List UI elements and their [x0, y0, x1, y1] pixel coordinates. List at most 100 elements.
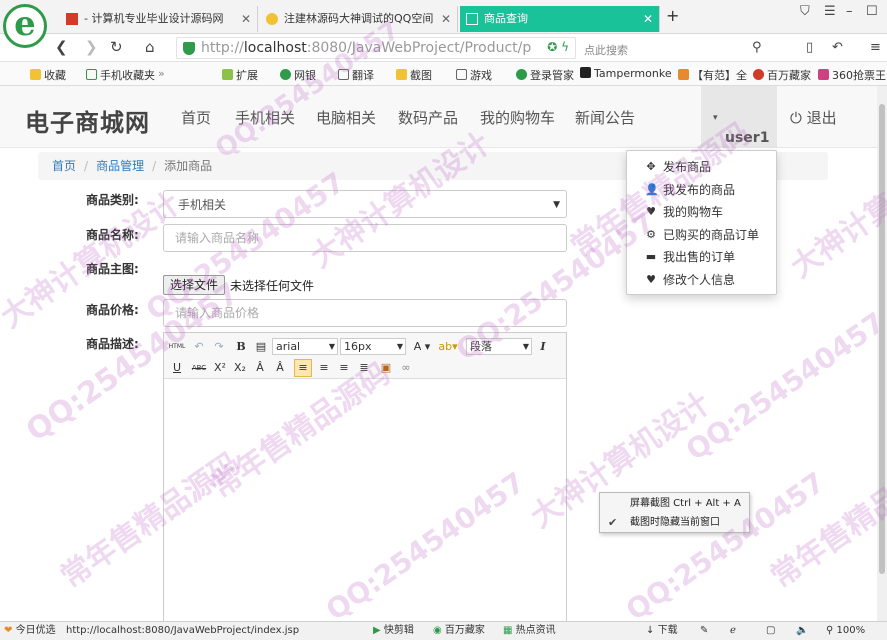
site-brand[interactable]: 电子商城网: [25, 103, 150, 138]
align-justify-icon[interactable]: ≣: [356, 360, 372, 376]
tools-icon[interactable]: ✎: [700, 622, 708, 640]
bookmark-overflow-icon[interactable]: »: [158, 67, 165, 80]
bookmark-screenshot[interactable]: 截图: [396, 67, 432, 83]
downloads[interactable]: ↓ 下载: [646, 622, 678, 640]
subscript-icon[interactable]: X₂: [232, 360, 248, 376]
bold-icon[interactable]: B: [234, 339, 248, 355]
browser-tab-1[interactable]: - 计算机专业毕业设计源码网 ✕: [60, 6, 258, 32]
underline-icon[interactable]: U: [170, 360, 184, 376]
category-select[interactable]: 手机相关 ▼: [163, 190, 567, 218]
undo-icon[interactable]: ↶: [192, 339, 206, 355]
url-input[interactable]: http://localhost:8080/JavaWebProject/Pro…: [176, 37, 576, 59]
paragraph-select[interactable]: 段落 ▼: [466, 338, 532, 355]
lightning-icon[interactable]: ✪ ϟ: [547, 40, 569, 54]
nav-digital[interactable]: 数码产品: [398, 107, 458, 128]
nav-computers[interactable]: 电脑相关: [316, 107, 376, 128]
reload-icon[interactable]: ↻: [110, 38, 123, 56]
menu-publish-product[interactable]: ✥ 发布商品: [627, 156, 776, 178]
font-scale-icon[interactable]: Â: [272, 360, 288, 376]
watermark: QQ:254540457: [680, 305, 887, 468]
nav-cart[interactable]: 我的购物车: [480, 107, 555, 128]
font-size-select[interactable]: 16px ▼: [340, 338, 406, 355]
redo-icon[interactable]: ↷: [212, 339, 226, 355]
menu-icon[interactable]: ☰: [824, 4, 836, 19]
status-item-label: 百万藏家: [444, 625, 485, 636]
nav-home[interactable]: 首页: [181, 107, 211, 128]
browser-tab-2[interactable]: 注建林源码大神调试的QQ空间 ✕: [260, 6, 458, 32]
close-icon[interactable]: ✕: [643, 6, 653, 32]
font-family-select[interactable]: arial ▼: [272, 338, 338, 355]
html-source-button[interactable]: HTML: [168, 339, 186, 355]
skin-icon[interactable]: ⛉: [800, 4, 810, 19]
product-price-input[interactable]: [163, 299, 567, 327]
bookmark-bank[interactable]: 网银: [280, 67, 316, 83]
bookmark-translate[interactable]: 翻译: [338, 67, 374, 83]
more-menu-icon[interactable]: ≡: [870, 40, 881, 55]
heart-icon: ♥: [646, 273, 656, 286]
window-icon[interactable]: ▢: [766, 622, 775, 640]
ie-icon[interactable]: ℯ: [730, 622, 736, 640]
bookmark-extensions[interactable]: 扩展: [222, 67, 258, 83]
search-icon[interactable]: ⚲: [752, 40, 762, 55]
choose-file-button[interactable]: 选择文件: [163, 275, 226, 295]
tab-title: - 计算机专业毕业设计源码网: [84, 12, 224, 25]
bookmark-youfan[interactable]: 【有范】全: [678, 67, 747, 83]
phone-icon[interactable]: ▯: [806, 40, 813, 55]
bookmark-tampermonkey[interactable]: Tampermonke: [580, 67, 672, 80]
menu-my-cart[interactable]: ♥ 我的购物车: [627, 201, 776, 223]
align-center-icon[interactable]: ≡: [316, 360, 332, 376]
align-right-icon[interactable]: ≡: [336, 360, 352, 376]
menu-purchased-orders[interactable]: ⚙ 已购买的商品订单: [627, 224, 776, 246]
bookmark-login[interactable]: 登录管家: [516, 67, 574, 83]
font-color-icon[interactable]: A ▾: [410, 339, 434, 355]
align-left-icon[interactable]: ≡: [294, 359, 312, 377]
format-brush-icon[interactable]: ▤: [254, 339, 268, 355]
bookmark-mobile[interactable]: 手机收藏夹: [86, 67, 155, 83]
user-menu-toggle[interactable]: user1 ▾: [701, 86, 777, 148]
home-icon[interactable]: ⌂: [145, 38, 155, 56]
superscript-icon[interactable]: X²: [212, 360, 228, 376]
menu-edit-profile[interactable]: ♥ 修改个人信息: [627, 269, 776, 291]
italic-icon[interactable]: I: [536, 339, 550, 355]
clear-format-icon[interactable]: Â: [252, 360, 268, 376]
bookmark-games[interactable]: 游戏: [456, 67, 492, 83]
bookmark-collectors[interactable]: 百万藏家: [753, 67, 811, 83]
link-icon[interactable]: ∞: [398, 360, 414, 376]
product-name-input[interactable]: [163, 224, 567, 252]
strikethrough-icon[interactable]: ABC: [190, 360, 208, 376]
search-box[interactable]: 点此搜索: [584, 42, 628, 58]
collectors[interactable]: ◉ 百万藏家: [433, 622, 485, 640]
ctx-hide-window[interactable]: ✔ 截图时隐藏当前窗口: [600, 513, 749, 532]
breadcrumb-home[interactable]: 首页: [52, 159, 76, 173]
close-icon[interactable]: ✕: [441, 6, 451, 32]
logout-link[interactable]: ⏻ 退出: [790, 107, 837, 128]
tab-title: 商品查询: [484, 12, 528, 25]
page-scrollbar[interactable]: [877, 86, 887, 621]
maximize-icon[interactable]: ☐: [866, 4, 878, 19]
bookmark-ticket[interactable]: 360抢票王: [818, 67, 886, 83]
hot-news[interactable]: ▦ 热点资讯: [503, 622, 556, 640]
today-picks[interactable]: ❤ 今日优选: [4, 622, 56, 640]
bookmark-favorites[interactable]: 收藏: [30, 67, 66, 83]
close-icon[interactable]: ✕: [241, 6, 251, 32]
minimize-icon[interactable]: –: [846, 4, 853, 19]
url-host: localhost: [243, 40, 307, 56]
browser-tab-active[interactable]: 商品查询 ✕: [460, 6, 660, 32]
forward-icon[interactable]: ❯: [85, 38, 98, 56]
menu-my-products[interactable]: 👤 我发布的商品: [627, 179, 776, 201]
menu-sold-orders[interactable]: ▬ 我出售的订单: [627, 246, 776, 268]
scrollbar-thumb[interactable]: [879, 104, 885, 574]
quick-edit[interactable]: ▶ 快剪辑: [373, 622, 414, 640]
highlight-icon[interactable]: ab▾: [436, 339, 460, 355]
volume-icon[interactable]: 🔈: [796, 622, 808, 640]
caret-down-icon: ▼: [328, 342, 335, 351]
back-icon[interactable]: ❮: [55, 38, 68, 56]
new-tab-button[interactable]: +: [666, 6, 679, 25]
breadcrumb-section[interactable]: 商品管理: [96, 159, 144, 173]
nav-news[interactable]: 新闻公告: [575, 107, 635, 128]
image-icon[interactable]: ▣: [378, 360, 394, 376]
zoom-control[interactable]: ⚲ 100%: [826, 622, 865, 640]
undo-icon[interactable]: ↶: [832, 40, 843, 55]
nav-phones[interactable]: 手机相关: [235, 107, 295, 128]
ctx-screenshot[interactable]: 屏幕截图 Ctrl + Alt + A: [600, 494, 749, 513]
